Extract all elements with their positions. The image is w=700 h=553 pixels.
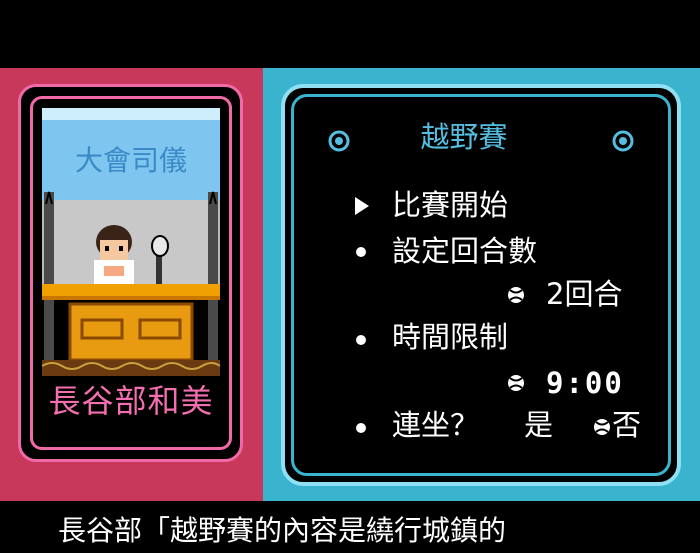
menu-item-rounds[interactable]: 設定回合數 [392, 234, 537, 268]
host-booth-image: 大會司儀 [42, 108, 220, 376]
menu-item-time-limit[interactable]: 時間限制 [392, 320, 508, 354]
menu-item-start[interactable]: 比賽開始 [392, 188, 508, 222]
ball-icon [508, 287, 524, 303]
host-sign: 大會司儀 [75, 144, 187, 177]
host-name: 長谷部和美 [48, 382, 214, 420]
ball-icon [594, 419, 610, 435]
host-character [94, 225, 134, 284]
bullet-icon [356, 335, 366, 345]
bullet-icon [356, 247, 366, 257]
ball-icon [508, 375, 524, 391]
dialog-text: 長谷部「越野賽的內容是繞行城鎮的 [58, 514, 507, 547]
option-no[interactable]: 否 [612, 408, 641, 442]
mode-title: 越野賽 [420, 120, 508, 154]
menu-item-consecutive[interactable]: 連坐？ [392, 408, 479, 442]
cursor-arrow-icon [355, 197, 369, 215]
option-yes[interactable]: 是 [524, 408, 553, 442]
bullet-icon [356, 423, 366, 433]
rounds-value[interactable]: 2回合 [546, 277, 622, 311]
time-limit-value[interactable]: 9:00 [546, 366, 624, 400]
target-icon [328, 130, 350, 152]
target-icon [612, 130, 634, 152]
